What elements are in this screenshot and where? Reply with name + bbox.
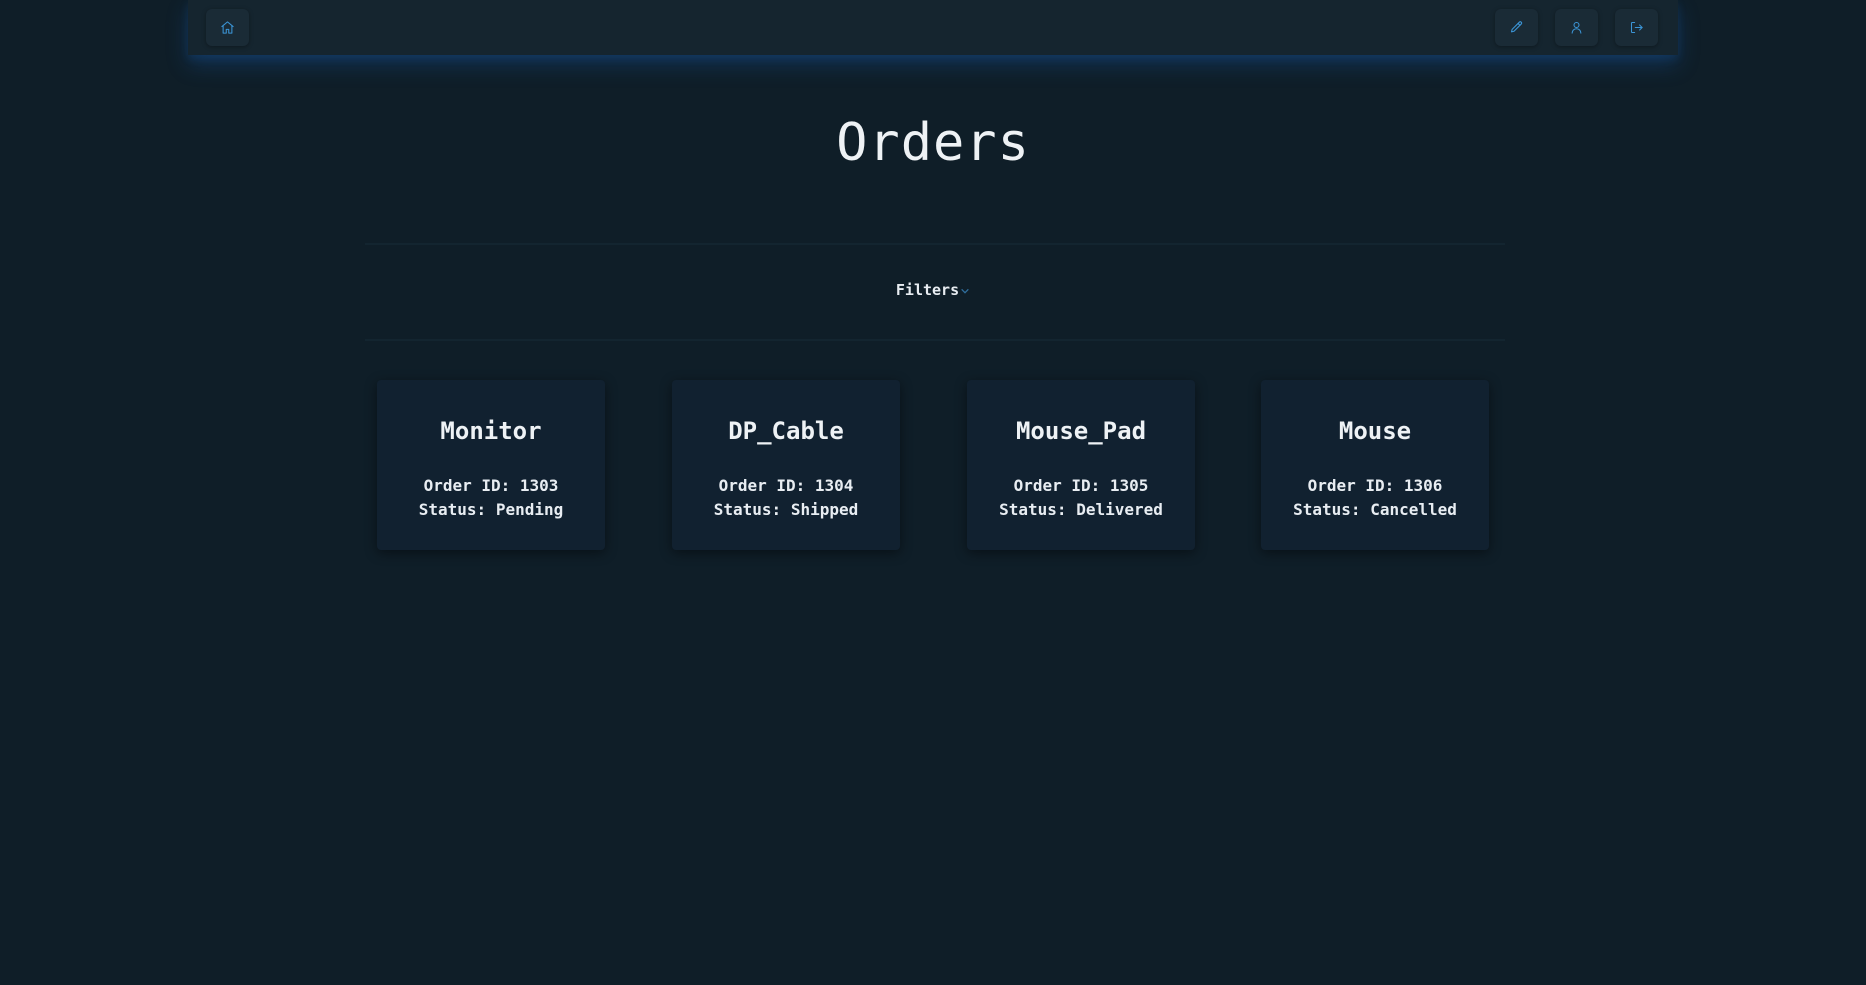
filters-toggle[interactable]: Filters — [0, 281, 1866, 300]
order-id-line: Order ID: 1303 — [377, 474, 605, 498]
logout-button[interactable] — [1615, 9, 1658, 46]
order-status-label: Status: — [713, 500, 782, 519]
logout-icon — [1630, 21, 1643, 34]
order-status-label: Status: — [999, 500, 1067, 519]
home-icon — [221, 21, 234, 34]
order-product-name: Monitor — [440, 417, 542, 445]
order-status-label: Status: — [1293, 500, 1361, 519]
order-status-value: Pending — [495, 500, 564, 519]
order-product-name: DP_Cable — [728, 417, 844, 445]
order-id-label: Order ID: — [423, 476, 511, 495]
order-status-line: Status: Cancelled — [1261, 498, 1489, 522]
order-id-value: 1306 — [1403, 476, 1443, 495]
order-card[interactable]: DP_Cable Order ID: 1304 Status: Shipped — [672, 380, 900, 550]
order-status-line: Status: Shipped — [672, 498, 900, 522]
order-id-label: Order ID: — [718, 476, 806, 495]
pencil-icon — [1510, 21, 1523, 33]
order-status-value: Delivered — [1076, 500, 1163, 519]
user-icon — [1571, 21, 1582, 34]
order-product-name: Mouse — [1338, 417, 1412, 445]
order-id-label: Order ID: — [1307, 476, 1395, 495]
filters-label: Filters — [895, 281, 960, 299]
divider — [365, 339, 1505, 341]
page-title: Orders — [836, 113, 1030, 173]
order-card[interactable]: Monitor Order ID: 1303 Status: Pending — [377, 380, 605, 550]
chevron-down-icon — [960, 282, 970, 300]
order-id-line: Order ID: 1306 — [1261, 474, 1489, 498]
order-id-label: Order ID: — [1013, 476, 1101, 495]
order-status-value: Shipped — [790, 500, 859, 519]
order-status-line: Status: Delivered — [967, 498, 1195, 522]
order-id-line: Order ID: 1305 — [967, 474, 1195, 498]
orders-grid: Monitor Order ID: 1303 Status: Pending D… — [377, 380, 1489, 550]
home-button[interactable] — [206, 9, 249, 46]
order-status-value: Cancelled — [1370, 500, 1457, 519]
order-product-name: Mouse_Pad — [1015, 417, 1147, 445]
order-id-value: 1303 — [519, 476, 559, 495]
divider — [365, 243, 1505, 245]
profile-button[interactable] — [1555, 9, 1598, 46]
edit-button[interactable] — [1495, 9, 1538, 46]
order-card[interactable]: Mouse Order ID: 1306 Status: Cancelled — [1261, 380, 1489, 550]
order-status-line: Status: Pending — [377, 498, 605, 522]
order-card[interactable]: Mouse_Pad Order ID: 1305 Status: Deliver… — [967, 380, 1195, 550]
order-status-label: Status: — [418, 500, 487, 519]
order-id-value: 1304 — [814, 476, 854, 495]
order-id-line: Order ID: 1304 — [672, 474, 900, 498]
order-id-value: 1305 — [1109, 476, 1149, 495]
top-navbar — [188, 0, 1678, 55]
